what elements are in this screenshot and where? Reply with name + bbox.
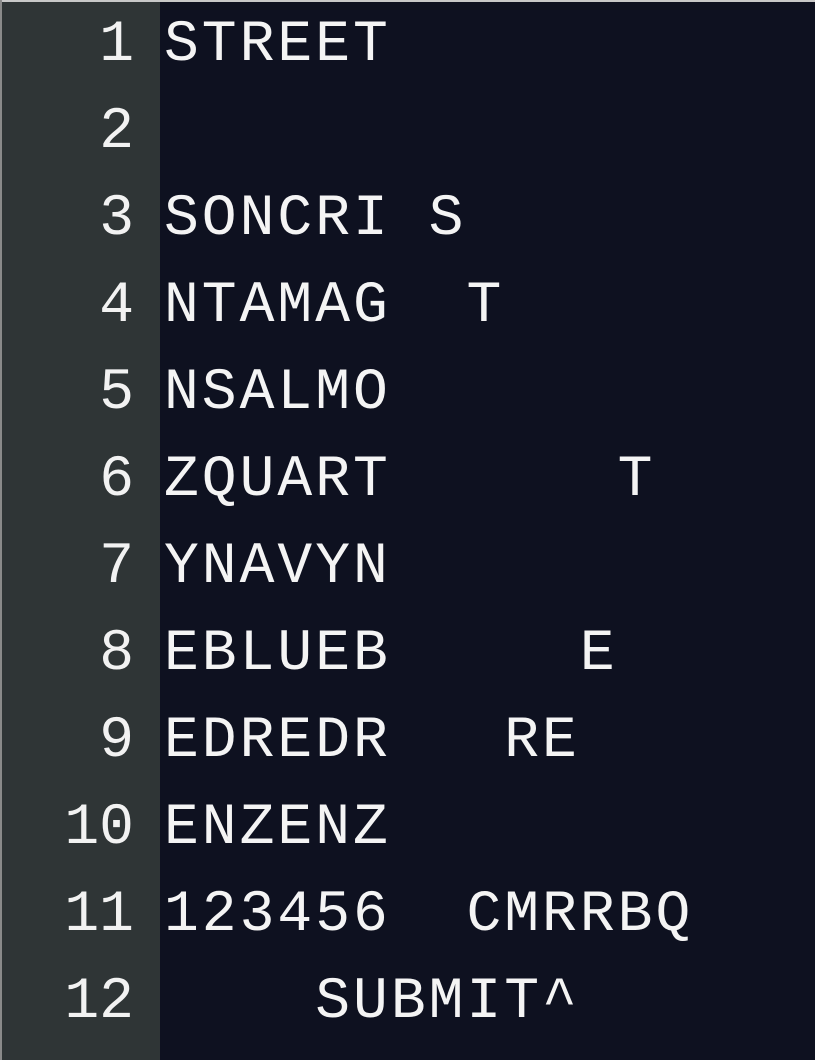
code-line[interactable]: EDREDR RE [164,698,580,786]
code-line[interactable]: NTAMAG T [164,263,504,351]
line-number: 8 [99,622,134,687]
code-line[interactable]: ENZENZ [164,785,391,873]
line-number: 11 [64,883,134,948]
code-line[interactable]: 123456 CMRRBQ [164,872,693,960]
line-number: 9 [99,709,134,774]
code-line[interactable]: SONCRI S [164,176,466,264]
line-number: 4 [99,274,134,339]
code-line[interactable]: STREET [164,2,391,90]
line-number: 3 [99,187,134,252]
line-number: 1 [99,13,134,78]
code-line[interactable]: SUBMIT^ [164,959,580,1047]
line-number: 6 [99,448,134,513]
line-number: 12 [64,970,134,1035]
code-line[interactable]: NSALMO [164,350,391,438]
code-line[interactable]: EBLUEB E [164,611,618,699]
line-number: 10 [64,796,134,861]
window-border-top [0,0,815,2]
line-number: 5 [99,361,134,426]
line-number: 7 [99,535,134,600]
line-number-gutter: 1 2 3 4 5 6 7 8 9 10 11 12 [0,0,160,1060]
line-number: 2 [99,100,134,165]
text-editor[interactable]: 1 2 3 4 5 6 7 8 9 10 11 12 STREET SONCRI… [0,0,815,1060]
code-line[interactable]: ZQUART T [164,437,655,525]
code-line[interactable]: YNAVYN [164,524,391,612]
window-border-left [0,0,2,1060]
